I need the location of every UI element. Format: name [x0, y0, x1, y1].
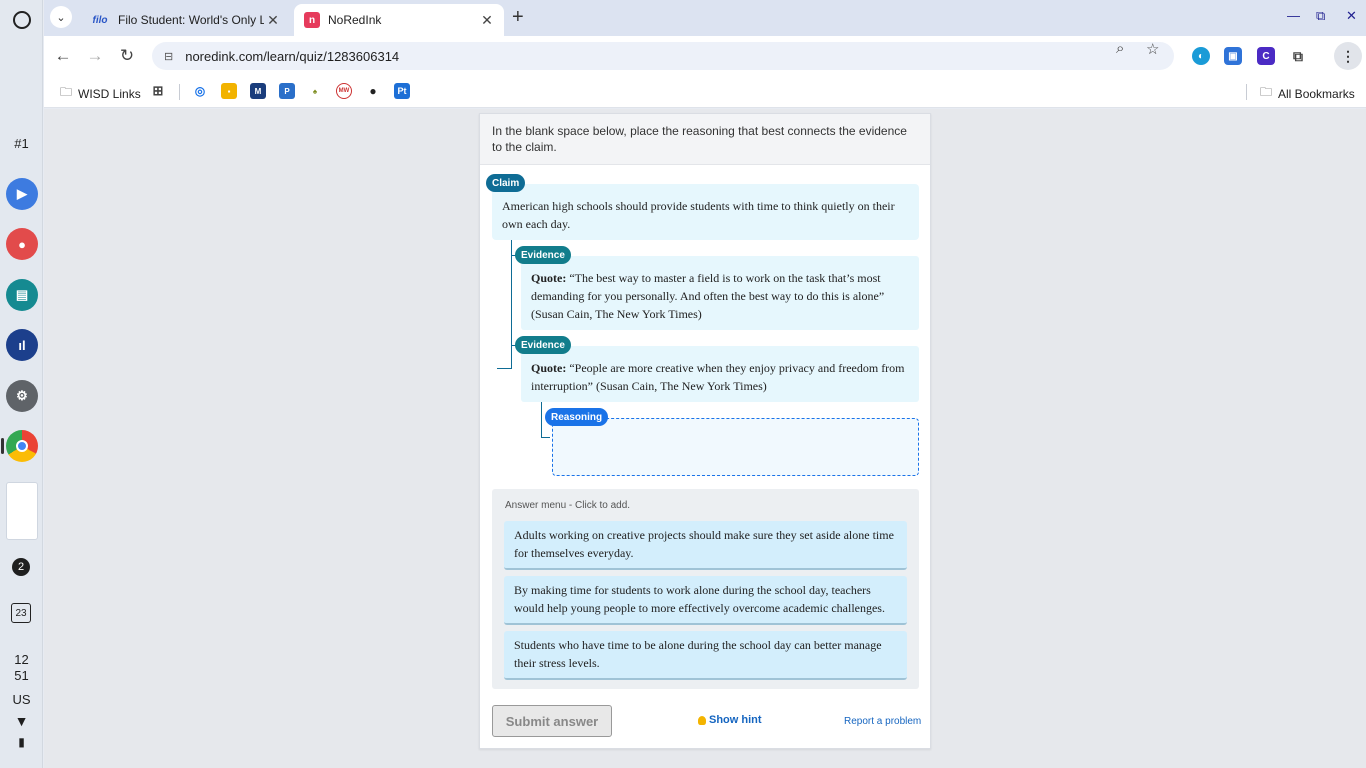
evidence-box-2: Quote: “People are more creative when th…: [521, 346, 919, 402]
connector-line: [497, 368, 512, 369]
bookmark-star-icon[interactable]: ☆: [1146, 40, 1159, 58]
back-arrow-icon[interactable]: ←: [52, 46, 74, 66]
minimize-icon[interactable]: —: [1287, 8, 1300, 23]
tab-title: Filo Student: World's Only Live I: [118, 13, 264, 27]
connector-line: [541, 402, 542, 438]
answer-option-2[interactable]: By making time for students to work alon…: [504, 576, 907, 625]
all-bookmarks-button[interactable]: 🗀 All Bookmarks: [1260, 83, 1355, 104]
answer-menu: Answer menu - Click to add. Adults worki…: [492, 489, 919, 689]
tab-search-chevron-icon[interactable]: ⌄: [50, 6, 72, 28]
bookmarks-bar: 🗀 WISD Links ⊞ ◎ ▪ M P ♠ MW ● Pt 🗀 All B…: [44, 76, 1366, 108]
bookmark-icon-3[interactable]: M: [250, 83, 266, 99]
active-indicator: [1, 438, 4, 454]
restore-icon[interactable]: ⧉: [1316, 8, 1325, 24]
locale-indicator[interactable]: US: [0, 692, 43, 707]
calendar-icon[interactable]: 23: [11, 603, 31, 623]
clock-hour[interactable]: 12: [0, 652, 43, 667]
address-bar[interactable]: ⊟ noredink.com/learn/quiz/1283606314: [152, 42, 1174, 70]
submit-answer-button[interactable]: Submit answer: [492, 705, 612, 737]
show-hint-label: Show hint: [709, 714, 762, 726]
answer-option-1[interactable]: Adults working on creative projects shou…: [504, 521, 907, 570]
bookmark-icon-mw[interactable]: MW: [336, 83, 352, 99]
bookmark-icon-7[interactable]: ●: [365, 83, 381, 99]
app-icon-1[interactable]: ▶: [6, 178, 38, 210]
bookmark-separator: [179, 84, 180, 100]
bookmark-separator: [1246, 84, 1247, 100]
lightbulb-icon: [698, 715, 706, 725]
bookmark-icon-1[interactable]: ◎: [192, 83, 208, 99]
folder-icon: 🗀: [1260, 85, 1273, 99]
launcher-icon: [13, 11, 31, 29]
tab-title: NoRedInk: [328, 13, 382, 27]
app-icon-3[interactable]: ▤: [6, 279, 38, 311]
bookmark-icon-5[interactable]: ♠: [307, 83, 323, 99]
tab-noredink[interactable]: n NoRedInk ✕: [294, 4, 504, 36]
all-bookmarks-label: All Bookmarks: [1278, 86, 1355, 101]
evidence-box-1: Quote: “The best way to master a field i…: [521, 256, 919, 330]
bookmark-icon-4[interactable]: P: [279, 83, 295, 99]
extension-icon-3[interactable]: C: [1257, 47, 1275, 65]
connector-line: [511, 240, 512, 368]
answer-option-3[interactable]: Students who have time to be alone durin…: [504, 631, 907, 680]
wifi-icon[interactable]: ▼: [0, 713, 43, 729]
noredink-favicon-icon: n: [304, 12, 320, 28]
forward-arrow-icon[interactable]: →: [84, 46, 106, 66]
apps-grid-icon[interactable]: ⊞: [150, 83, 166, 99]
badge-count[interactable]: 2: [12, 558, 30, 576]
quote-label: Quote:: [531, 361, 567, 375]
menu-kebab-icon[interactable]: ⋮: [1334, 42, 1362, 70]
close-icon[interactable]: ✕: [478, 12, 496, 29]
tab-strip: ⌄ filo Filo Student: World's Only Live I…: [44, 0, 1366, 36]
site-info-icon[interactable]: ⊟: [164, 50, 173, 63]
quote-label: Quote:: [531, 271, 567, 285]
app-icon-4[interactable]: ıl: [6, 329, 38, 361]
filo-favicon-icon: filo: [92, 14, 108, 26]
document-thumbnail-icon[interactable]: [6, 482, 38, 540]
close-icon[interactable]: ✕: [264, 12, 282, 29]
claim-tag: Claim: [486, 174, 526, 192]
connector-line: [541, 437, 550, 438]
quiz-card: In the blank space below, place the reas…: [479, 113, 931, 749]
reasoning-drop-zone[interactable]: [552, 418, 919, 476]
zoom-icon[interactable]: ⌕: [1116, 40, 1124, 57]
bookmark-folder-wisd[interactable]: 🗀 WISD Links: [60, 83, 141, 104]
url-text[interactable]: noredink.com/learn/quiz/1283606314: [185, 49, 399, 64]
chromeos-shelf: #1 ▶ ● ▤ ıl ⚙ 2 23 12 51 US ▼ ▮: [0, 0, 43, 768]
evidence-tag: Evidence: [515, 336, 571, 354]
quiz-instructions: In the blank space below, place the reas…: [480, 114, 930, 165]
show-hint-button[interactable]: Show hint: [698, 714, 762, 726]
claim-box: American high schools should provide stu…: [492, 184, 919, 240]
report-problem-link[interactable]: Report a problem: [844, 716, 921, 727]
settings-icon[interactable]: ⚙: [6, 380, 38, 412]
extension-icon-1[interactable]: ◐: [1192, 47, 1210, 65]
bookmark-folder-label: WISD Links: [78, 86, 141, 101]
tab-filo[interactable]: filo Filo Student: World's Only Live I ✕: [80, 4, 290, 36]
reasoning-tag: Reasoning: [545, 408, 609, 426]
evidence-text: “The best way to master a field is to wo…: [531, 271, 885, 321]
answer-menu-label: Answer menu - Click to add.: [505, 500, 631, 511]
evidence-text: “People are more creative when they enjo…: [531, 361, 905, 393]
browser-toolbar: ← → ↻ ⊟ noredink.com/learn/quiz/12836063…: [44, 36, 1366, 76]
folder-icon: 🗀: [60, 85, 73, 99]
launcher-button[interactable]: [6, 4, 38, 36]
app-icon-2[interactable]: ●: [6, 228, 38, 260]
page-content: In the blank space below, place the reas…: [44, 109, 1366, 768]
extensions-puzzle-icon[interactable]: ⧉: [1289, 47, 1307, 65]
chrome-icon[interactable]: [6, 430, 38, 462]
notification-count[interactable]: #1: [0, 136, 43, 151]
close-window-icon[interactable]: ✕: [1346, 8, 1357, 24]
clock-minute[interactable]: 51: [0, 668, 43, 683]
new-tab-plus-icon[interactable]: +: [512, 6, 524, 29]
reload-icon[interactable]: ↻: [116, 46, 138, 66]
evidence-tag: Evidence: [515, 246, 571, 264]
bookmark-icon-2[interactable]: ▪: [221, 83, 237, 99]
battery-icon[interactable]: ▮: [0, 735, 43, 749]
bookmark-icon-pt[interactable]: Pt: [394, 83, 410, 99]
extension-icon-2[interactable]: ▣: [1224, 47, 1242, 65]
